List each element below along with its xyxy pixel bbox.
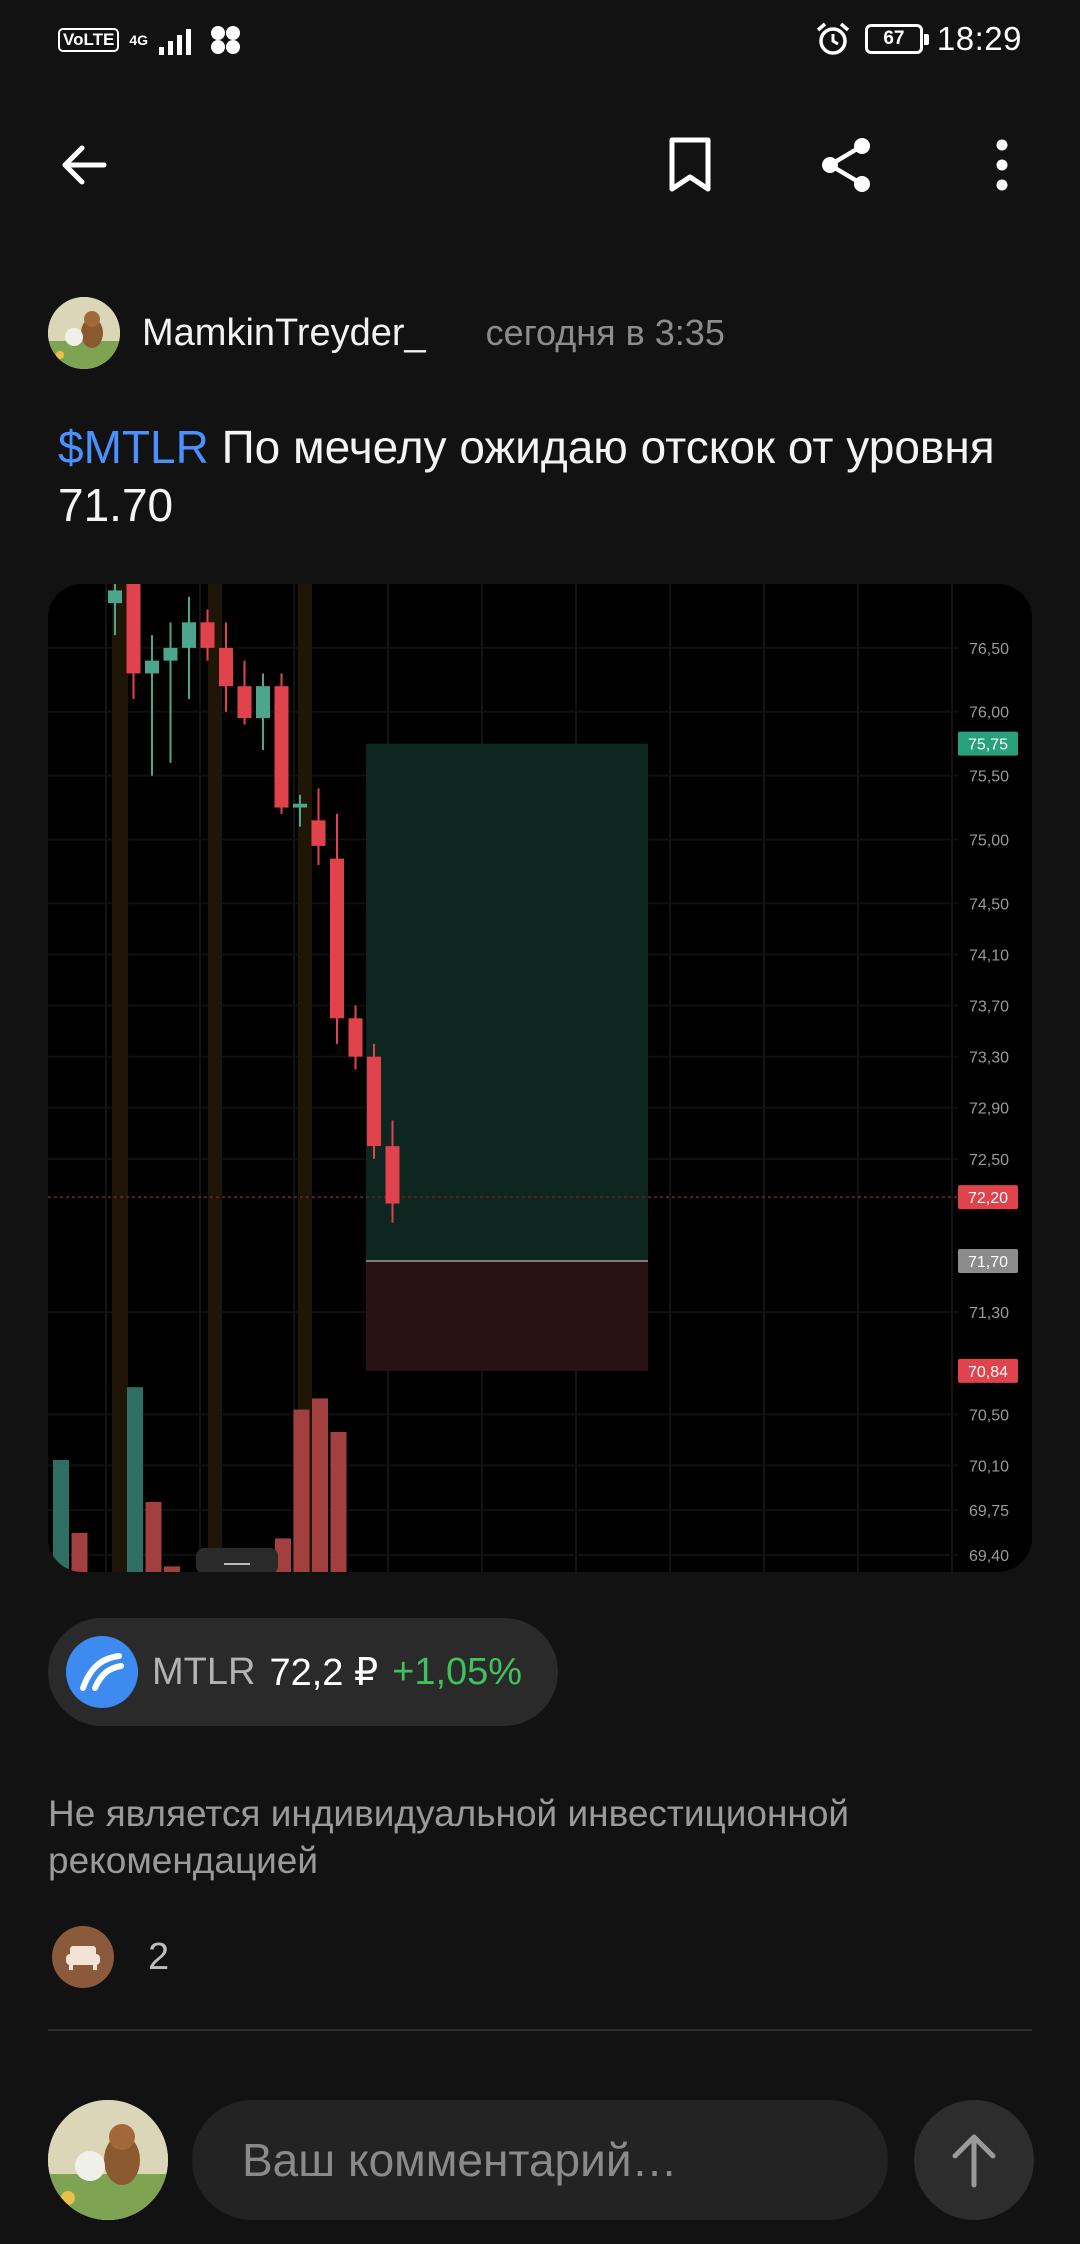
bookmark-icon xyxy=(669,137,711,192)
session-band xyxy=(112,584,128,1572)
candle-body xyxy=(367,1056,381,1147)
back-button[interactable] xyxy=(44,125,124,205)
ticker-link[interactable]: $MTLR xyxy=(58,421,209,473)
y-tick-label: 70,50 xyxy=(969,1407,1009,1424)
post-time: сегодня в 3:35 xyxy=(485,312,725,353)
status-clock: 18:29 xyxy=(936,20,1022,57)
disclaimer-text: Не является индивидуальной инвестиционно… xyxy=(48,1793,850,1881)
candle-body xyxy=(274,686,289,808)
y-tick-label: 76,00 xyxy=(969,705,1009,722)
volume-bar xyxy=(312,1398,328,1572)
y-tick-label: 69,75 xyxy=(969,1503,1009,1520)
post-text: $MTLR По мечелу ожидаю отскок от уровня … xyxy=(58,418,1018,534)
candle-body xyxy=(219,647,233,687)
candle-body xyxy=(256,686,270,719)
signal-icon xyxy=(159,29,192,55)
y-tick-label: 73,30 xyxy=(969,1050,1009,1067)
price-tag-label: 72,20 xyxy=(968,1190,1008,1207)
y-tick-label: 72,50 xyxy=(969,1152,1009,1169)
instrument-ticker: MTLR xyxy=(152,1650,256,1693)
volume-bar xyxy=(293,1409,310,1572)
y-tick-label: 75,50 xyxy=(969,769,1009,786)
volume-bar xyxy=(127,1387,143,1572)
y-tick-label: 74,50 xyxy=(969,896,1009,913)
battery-indicator: 67 xyxy=(864,24,929,54)
y-tick-label: 71,30 xyxy=(969,1305,1009,1322)
instrument-change: +1,05% xyxy=(392,1650,523,1693)
y-tick-label: 69,40 xyxy=(969,1548,1009,1565)
instrument-chip[interactable]: MTLR 72,2 ₽ +1,05% xyxy=(48,1618,558,1726)
candlestick-chart: 76,50 76,00 75,50 75,00 74,50 74,10 73,70 73,30… xyxy=(48,584,1018,1572)
chart-image[interactable]: 76,50 76,00 75,50 75,00 74,50 74,10 73,70 73,30… xyxy=(48,584,1032,1572)
user-avatar[interactable] xyxy=(48,2100,168,2220)
price-tag-label: 71,70 xyxy=(968,1254,1008,1271)
candle-body xyxy=(330,858,344,1019)
candle-body xyxy=(293,803,307,808)
arrow-up-icon xyxy=(952,2134,996,2188)
comment-input[interactable] xyxy=(192,2100,888,2220)
y-tick-label: 73,70 xyxy=(969,999,1009,1016)
volume-bar xyxy=(53,1460,69,1572)
avatar-image xyxy=(48,297,120,369)
more-vertical-icon xyxy=(996,139,1008,191)
y-tick-label: 74,10 xyxy=(969,947,1009,964)
volume-bar xyxy=(71,1532,88,1572)
share-button[interactable] xyxy=(806,125,886,205)
post-author-row: MamkinTreyder_ сегодня в 3:35 xyxy=(48,297,725,369)
candle-body xyxy=(108,590,122,604)
comment-bar xyxy=(0,2094,1080,2224)
y-tick-label: 70,10 xyxy=(969,1458,1009,1475)
volte-badge: VoLTE xyxy=(58,28,120,52)
price-tag-label: 75,75 xyxy=(968,737,1008,754)
network-type: 4G xyxy=(129,32,148,48)
candle-body xyxy=(126,584,141,674)
candle-body xyxy=(163,647,178,661)
volume-bar xyxy=(330,1432,347,1572)
y-tick-label: 72,90 xyxy=(969,1101,1009,1118)
volume-bar xyxy=(164,1566,180,1572)
alarm-icon xyxy=(816,22,850,55)
app-notification-icon xyxy=(211,26,241,54)
y-tick-label: 75,00 xyxy=(969,832,1009,849)
divider xyxy=(48,2029,1032,2031)
price-tag-label: 70,84 xyxy=(968,1364,1008,1381)
candle-body xyxy=(311,820,326,846)
share-icon xyxy=(822,138,870,192)
status-left: VoLTE 4G xyxy=(58,24,243,56)
app-bar xyxy=(0,120,1080,210)
author-avatar[interactable] xyxy=(48,297,120,369)
mechel-logo-icon xyxy=(66,1636,138,1708)
profit-zone xyxy=(366,743,648,1262)
send-button[interactable] xyxy=(914,2100,1034,2220)
sofa-icon xyxy=(52,1926,114,1988)
more-button[interactable] xyxy=(962,125,1042,205)
candle-body xyxy=(385,1146,400,1204)
reaction-count: 2 xyxy=(148,1935,170,1978)
user-avatar-image xyxy=(48,2100,168,2220)
session-band xyxy=(208,584,222,1572)
y-tick-label: 76,50 xyxy=(969,641,1009,658)
instrument-price: 72,2 ₽ xyxy=(269,1651,379,1694)
arrow-left-icon xyxy=(62,145,107,185)
status-right: 67 18:29 xyxy=(815,20,1022,58)
candle-body xyxy=(200,622,215,648)
volume-bar xyxy=(145,1502,162,1572)
bookmark-button[interactable] xyxy=(650,125,730,205)
candle-body xyxy=(182,622,196,648)
candle-body xyxy=(348,1018,363,1057)
candle-body xyxy=(237,686,252,719)
author-name[interactable]: MamkinTreyder_ xyxy=(142,312,426,355)
candle-body xyxy=(145,660,159,674)
status-bar: VoLTE 4G 67 18:29 xyxy=(0,0,1080,84)
loss-zone xyxy=(366,1261,648,1371)
scroll-handle xyxy=(196,1548,278,1572)
reaction-button[interactable]: 2 xyxy=(52,1926,169,1988)
